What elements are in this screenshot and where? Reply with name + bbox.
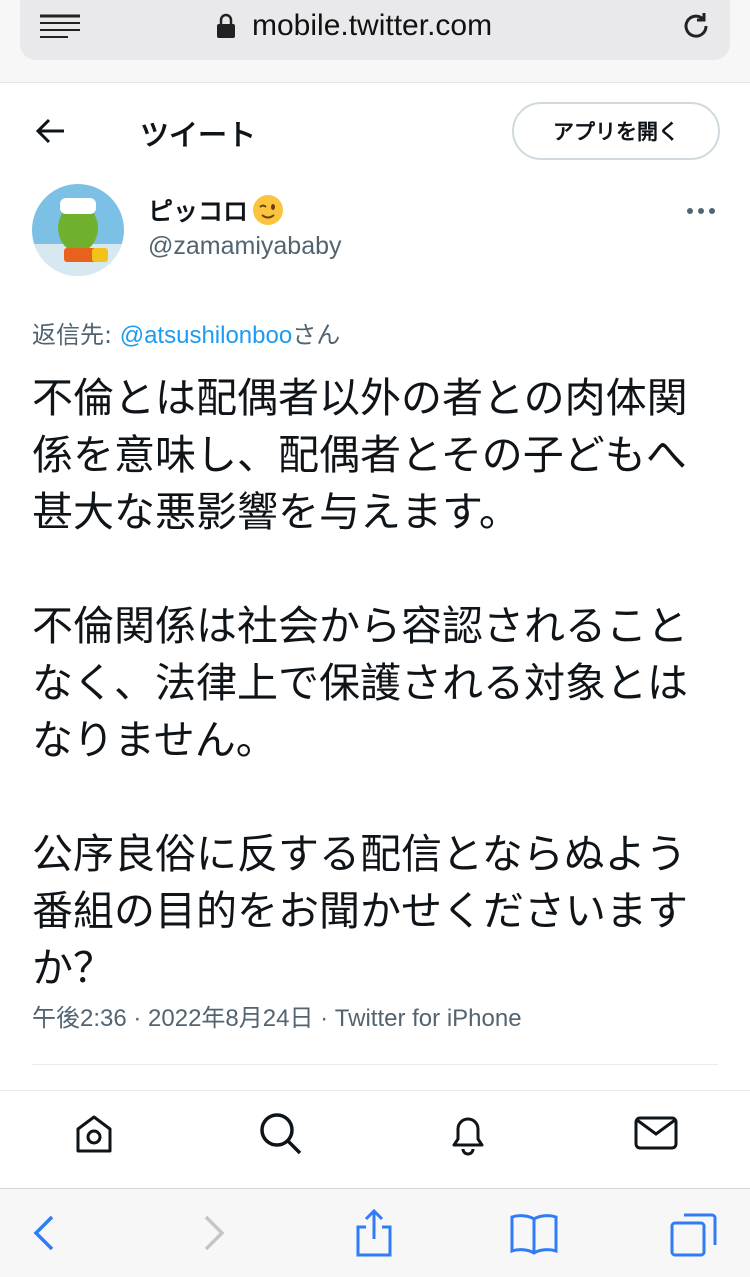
tabs-icon[interactable] [668, 1207, 720, 1259]
address-bar[interactable]: mobile.twitter.com [20, 0, 730, 60]
avatar[interactable] [32, 184, 124, 276]
divider [32, 1064, 718, 1065]
open-app-button[interactable]: アプリを開く [512, 102, 720, 160]
tweet-timestamp[interactable]: 午後2:36 · 2022年8月24日 · Twitter for iPhone [32, 998, 522, 1033]
search-icon[interactable] [256, 1109, 304, 1157]
author-name[interactable]: ピッコロ [148, 192, 284, 228]
tweet-paragraph: 不倫とは配偶者以外の者との肉体関係を意味し、配偶者とその子どもへ甚大な悪影響を与… [32, 374, 688, 536]
menu-icon[interactable] [40, 14, 80, 40]
page-title: ツイート [140, 118, 257, 152]
reload-icon[interactable] [680, 10, 712, 42]
reply-mention-link[interactable]: @atsushilonboo [120, 322, 292, 349]
back-icon[interactable] [20, 1207, 72, 1259]
forward-icon[interactable] [186, 1207, 238, 1259]
reply-prefix: 返信先: [32, 321, 120, 349]
back-arrow-icon[interactable] [34, 116, 66, 146]
tweet-paragraph: 公序良俗に反する配信とならぬよう番組の目的をお聞かせくださいますか？ [32, 830, 688, 992]
tweet-paragraph: 不倫関係は社会から容認されることなく、法律上で保護される対象とはなりません。 [32, 602, 688, 764]
home-icon[interactable] [70, 1109, 118, 1157]
avatar-image [32, 184, 124, 276]
reply-context: 返信先: @atsushilonbooさん [32, 315, 340, 350]
page-header: ツイート アプリを開く [0, 82, 750, 182]
more-options-icon[interactable] [686, 206, 716, 216]
author-handle[interactable]: @zamamiyababy [148, 232, 342, 261]
notifications-icon[interactable] [444, 1109, 492, 1157]
reply-suffix: さん [292, 321, 341, 349]
tweet-body: 不倫とは配偶者以外の者との肉体関係を意味し、配偶者とその子どもへ甚大な悪影響を与… [32, 370, 722, 997]
url-text[interactable]: mobile.twitter.com [252, 9, 492, 43]
display-name-text: ピッコロ [148, 197, 249, 226]
share-icon[interactable] [348, 1207, 400, 1259]
lock-icon [217, 13, 235, 38]
browser-chrome: mobile.twitter.com [0, 0, 750, 83]
messages-icon[interactable] [632, 1109, 680, 1157]
bookmarks-icon[interactable] [508, 1207, 560, 1259]
browser-toolbar [0, 1188, 750, 1277]
bottom-nav [0, 1091, 750, 1187]
winking-face-icon [253, 195, 284, 225]
